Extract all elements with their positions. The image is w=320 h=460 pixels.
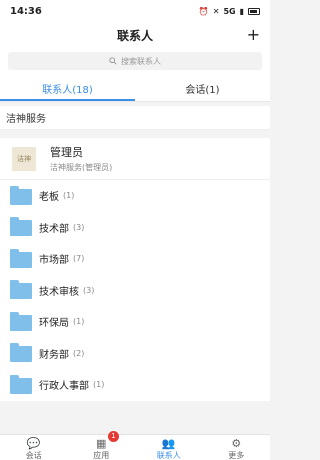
tab-bar: 联系人(18) 会话(1) (0, 76, 270, 102)
department-name: 行政人事部 (39, 381, 89, 393)
department-name: 财务部 (39, 349, 69, 361)
department-row[interactable]: 技术审核 (3) (0, 275, 270, 307)
title-bar: 联系人 + (0, 22, 270, 48)
member-text: 管理员 洁神服务(管理员) (50, 144, 112, 173)
nav-label: 会话 (25, 451, 42, 460)
chat-icon: 💬 (26, 437, 41, 450)
battery-icon (248, 7, 260, 15)
department-count: (1) (73, 317, 85, 327)
org-header[interactable]: 洁神服务 (0, 106, 270, 130)
department-row[interactable]: 市场部 (7) (0, 243, 270, 275)
department-row[interactable]: 技术部 (3) (0, 212, 270, 244)
folder-icon (10, 280, 32, 300)
tab-conversations[interactable]: 会话(1) (135, 76, 270, 101)
folder-icon (10, 248, 32, 268)
department-row[interactable]: 老板 (1) (0, 180, 270, 212)
search-icon (109, 57, 117, 65)
department-row[interactable]: 财务部 (2) (0, 338, 270, 370)
add-button[interactable]: + (247, 24, 260, 46)
department-name: 市场部 (39, 255, 69, 267)
department-row[interactable]: 行政人事部 (1) (0, 369, 270, 401)
folder-icon (10, 217, 32, 237)
department-name: 老板 (39, 192, 59, 204)
nav-apps[interactable]: ▦ 1 应用 (68, 431, 136, 460)
search-placeholder: 搜索联系人 (121, 56, 161, 66)
department-count: (2) (73, 348, 85, 358)
contact-list: 洁神 管理员 洁神服务(管理员) 老板 (1) 技术部 (3) 市场部 (7) … (0, 138, 270, 401)
status-icons: ⏰ ✕ 5G ▮ (199, 7, 260, 16)
department-count: (3) (73, 222, 85, 232)
nav-contacts[interactable]: 👥 联系人 (135, 435, 203, 460)
folder-icon (10, 374, 32, 394)
department-name: 技术部 (39, 223, 69, 235)
notification-badge: 1 (108, 431, 119, 442)
contacts-icon: 👥 (161, 437, 176, 450)
signal-text: 5G (223, 6, 236, 16)
mute-icon: ✕ (212, 6, 220, 16)
folder-icon (10, 311, 32, 331)
nav-chat[interactable]: 💬 会话 (0, 435, 68, 460)
member-name: 管理员 (50, 146, 83, 159)
bottom-nav: 💬 会话 ▦ 1 应用 👥 联系人 ⚙ 更多 (0, 431, 271, 460)
department-count: (7) (73, 254, 85, 264)
gear-icon: ⚙ (231, 437, 242, 450)
signal-icon: ▮ (239, 6, 244, 16)
alarm-icon: ⏰ (198, 6, 209, 16)
status-bar: 14:36 ⏰ ✕ 5G ▮ (0, 0, 270, 22)
department-row[interactable]: 环保局 (1) (0, 306, 270, 338)
department-count: (1) (63, 191, 75, 201)
member-subtitle: 洁神服务(管理员) (50, 163, 113, 172)
nav-more[interactable]: ⚙ 更多 (203, 435, 271, 460)
status-time: 14:36 (10, 5, 42, 17)
avatar: 洁神 (12, 146, 36, 171)
nav-label: 应用 (93, 451, 110, 460)
search-bar: 搜索联系人 (0, 48, 270, 76)
tab-contacts[interactable]: 联系人(18) (0, 76, 135, 101)
department-name: 环保局 (39, 318, 69, 330)
folder-icon (10, 185, 32, 205)
apps-icon: ▦ (96, 437, 107, 450)
department-count: (1) (93, 380, 105, 390)
member-row-admin[interactable]: 洁神 管理员 洁神服务(管理员) (0, 138, 270, 180)
folder-icon (10, 343, 32, 363)
department-name: 技术审核 (39, 286, 79, 298)
nav-label: 更多 (228, 451, 245, 460)
department-count: (3) (83, 285, 95, 295)
search-input[interactable]: 搜索联系人 (8, 52, 262, 70)
page-title: 联系人 (116, 28, 153, 43)
nav-label: 联系人 (156, 451, 181, 460)
